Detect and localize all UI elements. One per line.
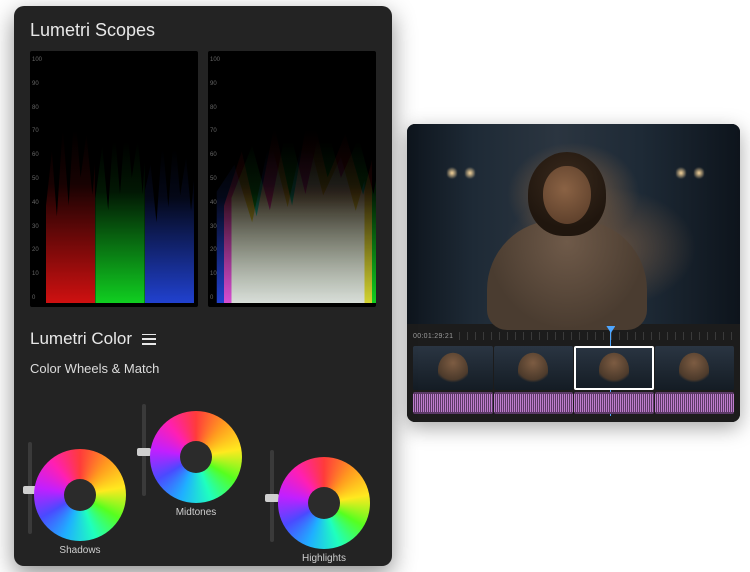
color-panel-title-row: Lumetri Color xyxy=(30,329,376,349)
audio-clip[interactable] xyxy=(574,392,654,414)
scope-rgb-parade[interactable]: 100 90 80 70 60 50 40 30 20 10 0 xyxy=(30,51,198,307)
wheel-center-icon xyxy=(75,490,85,500)
color-subtitle: Color Wheels & Match xyxy=(30,361,376,376)
timeline-panel: 00:01:29:21 xyxy=(407,324,740,422)
time-ruler[interactable] xyxy=(459,332,734,340)
scopes-title: Lumetri Scopes xyxy=(30,20,376,41)
video-clip[interactable] xyxy=(655,346,735,390)
wheel-center-icon xyxy=(191,452,201,462)
shadows-label: Shadows xyxy=(59,545,100,556)
video-clip[interactable] xyxy=(413,346,493,390)
color-wheels-area: Shadows Midtones Highlights xyxy=(30,380,376,560)
audio-clip[interactable] xyxy=(655,392,735,414)
shadows-luma-slider[interactable] xyxy=(28,442,32,534)
audio-track[interactable] xyxy=(413,392,734,414)
menu-icon[interactable] xyxy=(142,334,156,345)
video-clip[interactable] xyxy=(494,346,574,390)
preview-and-timeline: 00:01:29:21 xyxy=(407,124,740,422)
highlights-label: Highlights xyxy=(302,553,346,564)
midtones-wheel[interactable] xyxy=(150,411,242,503)
lumetri-panel: Lumetri Scopes 100 90 80 70 60 50 40 30 … xyxy=(14,6,392,566)
scope-scale: 100 90 80 70 60 50 40 30 20 10 0 xyxy=(32,51,46,307)
highlights-luma-slider[interactable] xyxy=(270,450,274,542)
audio-clip[interactable] xyxy=(494,392,574,414)
shadows-wheel[interactable] xyxy=(34,449,126,541)
midtones-luma-slider[interactable] xyxy=(142,404,146,496)
scope-waveform-overlay[interactable]: 100 90 80 70 60 50 40 30 20 10 0 xyxy=(208,51,376,307)
timecode-display: 00:01:29:21 xyxy=(413,333,453,340)
program-monitor[interactable] xyxy=(407,124,740,324)
color-title: Lumetri Color xyxy=(30,329,132,349)
wheel-center-icon xyxy=(319,498,329,508)
video-clip-selected[interactable] xyxy=(574,346,654,390)
video-track[interactable] xyxy=(413,346,734,390)
highlights-wheel[interactable] xyxy=(278,457,370,549)
audio-clip[interactable] xyxy=(413,392,493,414)
midtones-label: Midtones xyxy=(176,507,217,518)
